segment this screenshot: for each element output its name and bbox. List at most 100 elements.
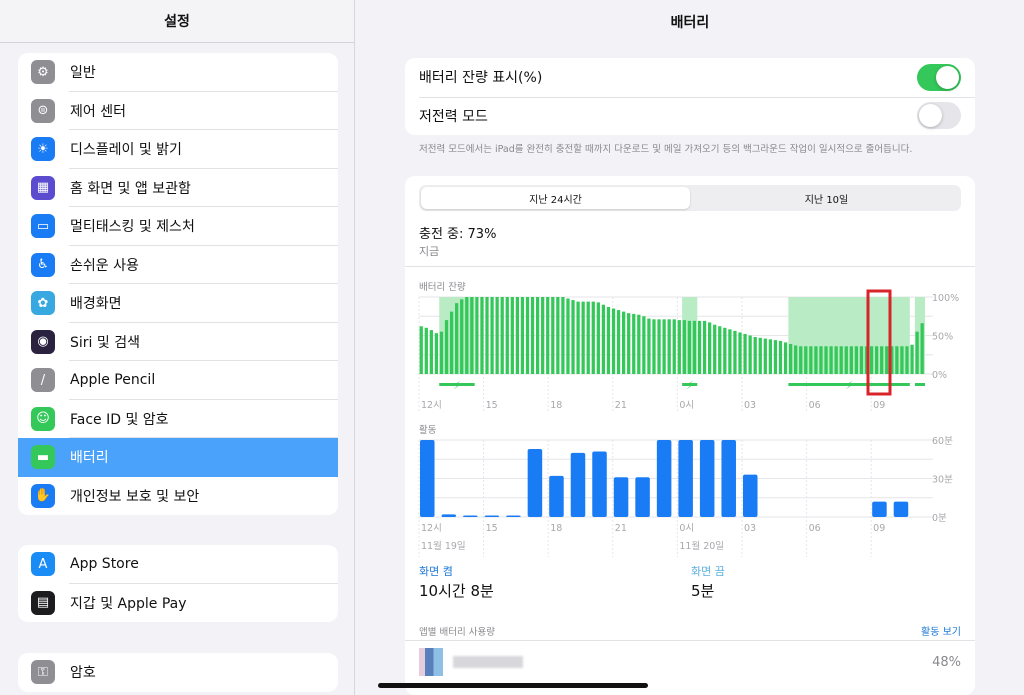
battery-level-bar [652,319,656,374]
activity-bar [721,440,736,517]
time-range-segmented-control: 지난 24시간 지난 10일 [419,185,961,211]
battery-level-bar [880,346,884,374]
sidebar-item[interactable]: ▭ 멀티태스킹 및 제스처 [18,207,338,246]
battery-level-bar [733,330,737,374]
settings-group-main: ⚙ 일반 ⊜ 제어 센터 ☀ 디스플레이 및 밝기 ▦ 홈 화면 및 앱 보관함 ▭ 멀티태스킹 … [18,53,338,515]
battery-level-bar [905,346,909,374]
sidebar-item-label: 개인정보 보호 및 보안 [70,488,200,505]
battery-level-bar [854,346,859,374]
battery-level-bar [768,339,772,374]
hand-icon: ✋ [31,483,55,508]
y-axis-tick-label: 50% [932,332,953,343]
sidebar-item[interactable]: ☀ 디스플레이 및 밝기 [18,130,338,169]
low-power-mode-row[interactable]: 저전력 모드 [405,96,975,136]
x-axis-tick-label: 03 [744,523,756,534]
battery-level-bar [591,301,595,374]
sidebar-item[interactable]: ✋ 개인정보 보호 및 보안 [18,477,338,516]
show-activity-link[interactable]: 활동 보기 [921,623,961,638]
sidebar-item[interactable]: ✿ 배경화면 [18,284,338,323]
battery-level-bar [551,297,555,374]
activity-bar [420,440,435,517]
battery-level-bar [495,297,499,374]
sidebar-item[interactable]: ♿ 손쉬운 사용 [18,246,338,285]
battery-level-bar [799,346,803,374]
battery-level-bar [475,297,479,374]
battery-level-bar [525,297,530,374]
activity-bar [549,475,564,517]
battery-level-bar [439,331,444,374]
app-usage-percent: 48% [932,655,961,670]
sidebar-item-label: 멀티태스킹 및 제스처 [70,219,195,236]
battery-level-bar [718,326,722,374]
sidebar-item[interactable]: ▬ 배터리 [18,438,338,477]
battery-level-bar [794,345,798,374]
sidebar-item[interactable]: ⊜ 제어 센터 [18,92,338,131]
battery-level-bar [723,327,727,374]
battery-level-bar [809,346,813,374]
pencil-icon: / [31,368,55,393]
sidebar-item[interactable]: A App Store [18,545,338,584]
sidebar-item[interactable]: ◉ Siri 및 검색 [18,323,338,362]
battery-level-bar [510,297,514,374]
tab-last-24-hours[interactable]: 지난 24시간 [421,187,690,209]
battery-level-bar [535,297,540,374]
activity-bar [506,515,521,517]
battery-level-bar [743,333,747,374]
battery-level-bar [561,297,565,374]
low-power-mode-switch[interactable] [917,102,961,130]
battery-level-bar [713,324,717,374]
sidebar-item[interactable]: ⚿ 암호 [18,653,338,692]
sidebar-item[interactable]: ▤ 지갑 및 Apple Pay [18,584,338,623]
battery-level-bar [829,346,833,374]
sidebar-item-label: 배경화면 [70,296,122,313]
battery-level-bar [581,301,585,374]
battery-level-bar [849,346,853,374]
sidebar-item[interactable]: ▦ 홈 화면 및 앱 보관함 [18,169,338,208]
sidebar-item[interactable]: ☺ Face ID 및 암호 [18,400,338,439]
charging-status: 충전 중: 73% [419,227,497,242]
sidebar-item[interactable]: ⚙ 일반 [18,53,338,92]
control-center-icon: ⊜ [31,98,55,123]
battery-level-bar [839,346,843,374]
key-icon: ⚿ [31,660,55,685]
activity-chart: 60분 30분 0분 12시 15 18 21 0시 03 06 09 11월 19일 11월 20일 [418,436,953,557]
battery-icon: ▬ [31,445,55,470]
activity-bar [656,440,672,517]
sidebar-item[interactable]: / Apple Pencil [18,361,338,400]
screen-on-label: 화면 켬 [419,565,453,578]
battery-level-bar [485,297,489,374]
battery-level-bar [530,297,535,374]
accessibility-icon: ♿ [31,252,55,277]
date-label: 11월 19일 [421,540,466,552]
low-power-mode-label: 저전력 모드 [419,108,488,125]
battery-level-bar [627,313,631,374]
battery-level-bar [819,346,823,374]
battery-level-bar [875,346,879,374]
battery-percentage-row[interactable]: 배터리 잔량 표시(%) [405,58,975,97]
x-axis-tick-label: 06 [809,523,821,534]
battery-level-bar [647,318,651,374]
battery-level-bar [773,340,778,374]
battery-level-bar [424,327,428,374]
sidebar-item-label: 제어 센터 [70,103,126,120]
home-indicator[interactable] [378,683,648,688]
battery-level-bar [449,311,454,374]
activity-bar [484,515,500,517]
battery-level-bar [753,337,757,374]
battery-level-bar [778,340,783,374]
charging-status-time: 지금 [419,245,440,258]
x-axis-tick-label: 15 [486,523,498,534]
app-usage-row[interactable]: 48% [405,641,975,686]
tab-last-10-days[interactable]: 지난 10일 [692,185,961,211]
battery-level-bar [788,343,793,374]
battery-level-bar [541,297,545,374]
battery-level-bar [702,320,707,374]
battery-level-bar [915,331,919,374]
battery-level-bar [895,346,899,374]
battery-level-bar [637,314,641,374]
battery-percentage-switch[interactable] [917,63,961,91]
app-name-blurred [453,656,523,668]
battery-level-bar [910,344,914,374]
battery-level-bar [546,297,550,374]
battery-level-bar [419,326,423,374]
